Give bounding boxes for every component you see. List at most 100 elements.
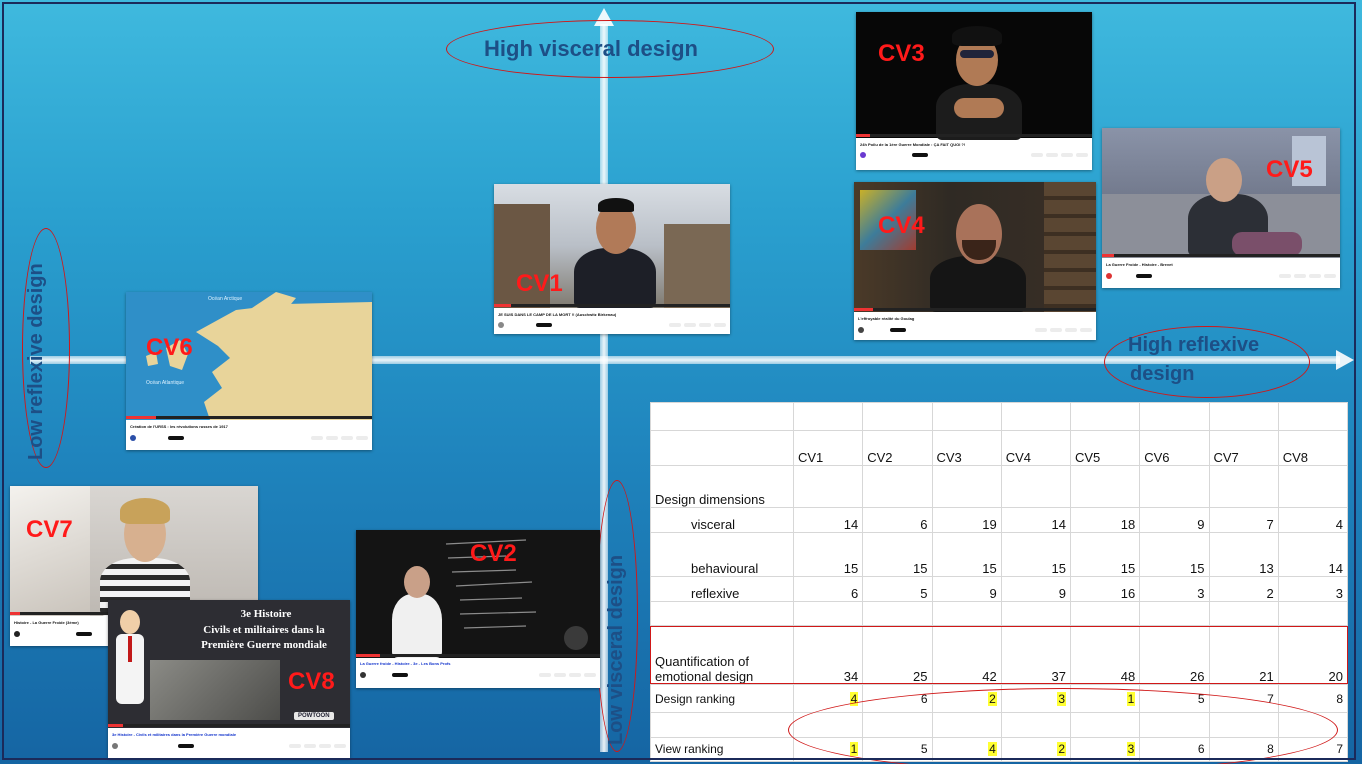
high-reflexive-label-line2: design [1130, 363, 1195, 385]
table-cell: 3 [1277, 576, 1349, 602]
building-right [664, 224, 730, 308]
table-cell: 15 [931, 531, 1002, 578]
video-card-cv3[interactable]: 24h Poilu de la 1ère Guerre Mondiale : Ç… [856, 12, 1092, 170]
channel-avatar [1106, 273, 1112, 279]
channel-avatar [360, 672, 366, 678]
video-title: La Guerre Froide - Histoire - Brevet [1106, 262, 1173, 267]
progress-bar[interactable] [854, 308, 1096, 311]
video-actions[interactable] [526, 673, 596, 677]
subscribe-button[interactable] [536, 323, 552, 327]
video-actions[interactable] [656, 323, 726, 327]
table-row-spacer [650, 401, 1349, 432]
video-title: L'effroyable réalité du Goulag [858, 316, 915, 321]
channel-avatar [498, 322, 504, 328]
video-tag: CV3 [878, 40, 925, 67]
table-cell: 13 [1208, 531, 1279, 578]
low-reflexive-label: Low reflexive design [25, 263, 47, 460]
row-label: Design ranking [650, 683, 794, 714]
column-header: CV6 [1139, 430, 1210, 466]
table-cell: 6 [862, 507, 933, 533]
row-label: visceral [650, 507, 794, 533]
progress-bar[interactable] [356, 654, 600, 657]
video-title: JE SUIS DANS LE CAMP DE LA MORT !! (Ausc… [498, 312, 617, 317]
row-label: reflexive [650, 576, 794, 602]
progress-bar[interactable] [1102, 254, 1340, 257]
table-row-behavioural: behavioural 15 15 15 15 15 15 13 14 [650, 531, 1349, 578]
slide: High visceral design High reflexive desi… [0, 0, 1362, 764]
progress-bar[interactable] [856, 134, 1092, 137]
column-header: CV7 [1208, 430, 1279, 466]
video-actions[interactable] [298, 436, 368, 440]
video-actions[interactable] [276, 744, 346, 748]
row-label: Design dimensions [650, 464, 794, 509]
channel-avatar [860, 152, 866, 158]
video-frame: 3e Histoire Civils et militaires dans la… [108, 600, 350, 728]
window-light [10, 486, 90, 616]
video-card-cv2[interactable]: La Guerre froide - Histoire - 3e - Les B… [356, 530, 600, 688]
channel-avatar [14, 631, 20, 637]
channel-avatar [858, 327, 864, 333]
video-tag: CV4 [878, 212, 925, 239]
map-label-arctic: Océan Arctique [208, 296, 243, 302]
video-card-cv4[interactable]: L'effroyable réalité du Goulag CV4 [854, 182, 1096, 340]
video-title: Création de l'URSS : les révolutions rus… [130, 424, 228, 429]
subscribe-button[interactable] [1136, 274, 1152, 278]
progress-bar[interactable] [108, 724, 350, 727]
subscribe-button[interactable] [168, 436, 184, 440]
video-frame [10, 486, 258, 616]
teacher-body [392, 594, 442, 658]
war-photo [150, 660, 280, 720]
subscribe-button[interactable] [890, 328, 906, 332]
presenter-hands [954, 98, 1004, 118]
ranking-cell: 7 [1336, 742, 1343, 757]
video-tag: CV8 [288, 668, 335, 695]
table-cell: 3 [1139, 576, 1210, 602]
blanket [1232, 232, 1302, 256]
video-frame [856, 12, 1092, 140]
table-cell: 15 [862, 531, 933, 578]
video-card-cv5[interactable]: La Guerre Froide - Histoire - Brevet CV5 [1102, 128, 1340, 288]
video-card-cv6[interactable]: Océan Arctique Océan Atlantique Création… [126, 292, 372, 450]
subscribe-button[interactable] [392, 673, 408, 677]
table-cell: 15 [1000, 531, 1072, 578]
column-header: CV2 [862, 430, 933, 466]
video-actions[interactable] [1266, 274, 1336, 278]
map-label-atlantic: Océan Atlantique [146, 380, 185, 386]
video-actions[interactable] [1018, 153, 1088, 157]
bookshelf [1044, 182, 1096, 312]
table-cell: 16 [1069, 576, 1141, 602]
table-cell: 15 [792, 531, 864, 578]
table-cell: 15 [1139, 531, 1210, 578]
table-cell: 7 [1208, 507, 1279, 533]
table-header-row: CV1 CV2 CV3 CV4 CV5 CV6 CV7 CV8 [650, 430, 1349, 466]
column-header: CV4 [1000, 430, 1072, 466]
row-label: behavioural [650, 531, 794, 578]
presenter-body [574, 248, 656, 308]
cartoon-tie [128, 636, 132, 662]
presenter-head [1206, 158, 1242, 202]
table-cell: 14 [1277, 531, 1349, 578]
video-tag: CV5 [1266, 156, 1313, 183]
table-cell: 9 [1000, 576, 1072, 602]
table-cell: 15 [1069, 531, 1141, 578]
cartoon-head [120, 610, 140, 634]
powtoon-logo: POWTOON [294, 712, 334, 720]
table-cell: 4 [1277, 507, 1349, 533]
subscribe-button[interactable] [76, 632, 92, 636]
video-title: 24h Poilu de la 1ère Guerre Mondiale : Ç… [860, 142, 966, 147]
subscribe-button[interactable] [178, 744, 194, 748]
quantification-highlight-box [650, 626, 1348, 684]
video-card-cv8[interactable]: 3e Histoire Civils et militaires dans la… [108, 600, 350, 758]
subscribe-button[interactable] [912, 153, 928, 157]
presenter-body [930, 256, 1026, 312]
table-row-reflexive: reflexive 6 5 9 9 16 3 2 3 [650, 576, 1349, 602]
video-card-cv1[interactable]: JE SUIS DANS LE CAMP DE LA MORT !! (Ausc… [494, 184, 730, 334]
video-tag: CV1 [516, 270, 563, 297]
progress-bar[interactable] [494, 304, 730, 307]
column-header: CV5 [1069, 430, 1141, 466]
table-cell: 9 [1139, 507, 1210, 533]
video-actions[interactable] [1022, 328, 1092, 332]
table-row-visceral: visceral 14 6 19 14 18 9 7 4 [650, 507, 1349, 533]
progress-bar[interactable] [126, 416, 372, 419]
video-tag: CV7 [26, 516, 73, 543]
